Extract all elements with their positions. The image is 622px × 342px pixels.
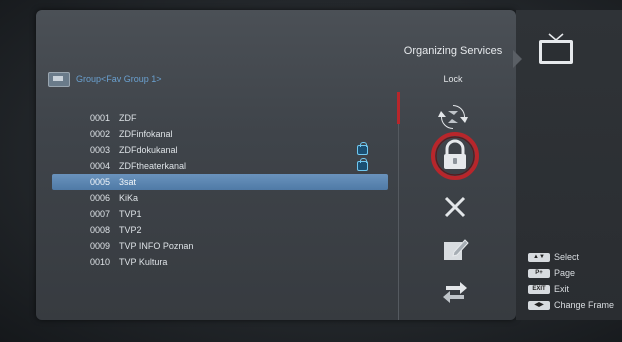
channel-row[interactable]: 0002 ZDFinfokanal (52, 126, 388, 142)
hint-label: Page (554, 268, 576, 278)
scrollbar-track[interactable] (398, 124, 399, 320)
channel-name: TVP1 (119, 209, 142, 219)
channel-number: 0001 (90, 113, 111, 123)
channel-number: 0002 (90, 129, 111, 139)
channel-number: 0010 (90, 257, 111, 267)
screen-title: Organizing Services (403, 45, 503, 57)
locked-icon (357, 158, 368, 171)
channel-number: 0006 (90, 193, 111, 203)
channel-row[interactable]: 0008 TVP2 (52, 222, 388, 238)
scrollbar-thumb[interactable] (397, 92, 400, 124)
locked-icon (357, 142, 368, 155)
channel-row[interactable]: 0003 ZDFdokukanal (52, 142, 388, 158)
hint-label: Exit (554, 284, 570, 294)
channel-name: KiKa (119, 193, 139, 203)
channel-number: 0005 (90, 177, 111, 187)
channel-list: 0001 ZDF 0002 ZDFinfokanal 0003 ZDFdokukana… (52, 110, 388, 270)
tv-icon (536, 32, 576, 66)
sort-icon[interactable] (438, 275, 472, 309)
channel-name: ZDFtheaterkanal (119, 161, 187, 171)
move-icon[interactable] (436, 100, 470, 134)
channel-name: TVP Kultura (119, 257, 168, 267)
channel-name: ZDF (119, 113, 137, 123)
channel-row[interactable]: 0007 TVP1 (52, 206, 388, 222)
group-label: Group<Fav Group 1> (76, 74, 162, 84)
channel-name: ZDFinfokanal (119, 129, 173, 139)
exit-key-icon: EXIT (528, 284, 550, 294)
channel-name: TVP INFO Poznan (119, 241, 194, 251)
channel-number: 0003 (90, 145, 111, 155)
updown-key-icon: ▲▼ (528, 252, 550, 262)
lock-icon[interactable] (429, 130, 481, 182)
chevron-right-icon (513, 50, 522, 68)
page-key-icon: P+ (528, 268, 550, 278)
channel-number: 0008 (90, 225, 111, 235)
channel-row[interactable]: 0004 ZDFtheaterkanal (52, 158, 388, 174)
hint-select: ▲▼ Select (528, 252, 579, 262)
channel-number: 0009 (90, 241, 111, 251)
channel-number: 0004 (90, 161, 111, 171)
hint-exit: EXIT Exit (528, 284, 569, 294)
hint-page: P+ Page (528, 268, 575, 278)
channel-row[interactable]: 0010 TVP Kultura (52, 254, 388, 270)
channel-row[interactable]: 0001 ZDF (52, 110, 388, 126)
channel-row[interactable]: 0009 TVP INFO Poznan (52, 238, 388, 254)
channel-name: TVP2 (119, 225, 142, 235)
rename-icon[interactable] (438, 232, 472, 266)
delete-icon[interactable] (438, 190, 472, 224)
channel-name: 3sat (119, 177, 137, 187)
channel-number: 0007 (90, 209, 111, 219)
leftright-key-icon: ◀▶ (528, 300, 550, 310)
group-header[interactable]: Group<Fav Group 1> (48, 71, 162, 87)
channel-row[interactable]: 0006 KiKa (52, 190, 388, 206)
hint-label: Change Frame (554, 300, 615, 310)
hint-change-frame: ◀▶ Change Frame (528, 300, 614, 310)
mode-label: Lock (443, 74, 463, 84)
hint-label: Select (554, 252, 580, 262)
channel-row-selected[interactable]: 0005 3sat (52, 174, 388, 190)
channel-name: ZDFdokukanal (119, 145, 178, 155)
tv-folder-icon (48, 71, 70, 87)
